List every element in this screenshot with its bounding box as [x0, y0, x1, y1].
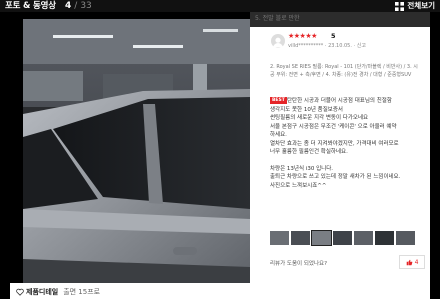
review-panel: ★★★★★ 5 villd********** · 23.10.05. · 신고… [250, 27, 430, 284]
like-count: 4 [414, 258, 419, 266]
review-line: 출퇴근 차량으로 쓰고 있는데 정말 새차가 된 느낌이네요. [270, 174, 401, 180]
review-line: 너무 훌륭한 필름인건 확실하네요. [270, 149, 348, 155]
thumbnail[interactable] [291, 231, 310, 245]
review-line: 탄탄한 시공과 더블어 시공점 대표님의 친절함 [287, 98, 392, 104]
review-line: 서울 본점구 시공점은 무조건 '케이콘' 으로 아울러 예약 [270, 123, 397, 130]
thumbnail[interactable] [270, 231, 289, 245]
counter-separator: / [74, 1, 78, 11]
photo-counter: 4/33 [65, 0, 92, 12]
product-sub-label: 출면 15프로 [63, 288, 101, 296]
reviewer-name: villd********** [288, 43, 324, 49]
grid-icon [395, 1, 405, 11]
helpful-question: 리뷰가 도움이 되었나요? [270, 261, 328, 267]
review-line: 썬팅필름의 새로운 지각 변동이 다가오네요 [270, 115, 369, 121]
thumbnail[interactable] [333, 231, 352, 245]
avatar [271, 34, 285, 48]
review-line: 하세요. [270, 132, 287, 138]
underlying-page-text: 5. 전발 블로 만한 [250, 12, 430, 28]
current-index: 4 [65, 1, 72, 11]
thumbnail[interactable] [354, 231, 373, 245]
heart-icon [16, 288, 24, 296]
review-photo[interactable] [23, 19, 250, 284]
review-line: 차량은 13년식 i30 입니다. [270, 165, 333, 172]
thumbnail[interactable] [396, 231, 415, 245]
purchase-options: 2. Royal SE RIES 필름: Royal - 101 (단가/마블렉… [270, 64, 418, 78]
view-all-label: 전체보기 [407, 1, 435, 10]
rating-value: 5 [331, 32, 336, 40]
thumbs-up-icon [406, 259, 412, 265]
review-line: 열차단 효과는 좀 더 지켜봐야겠지만, 가격대비 여러모로 [270, 140, 399, 147]
report-link[interactable]: 신고 [357, 43, 366, 49]
star-rating: ★★★★★ [288, 32, 317, 40]
user-icon [273, 37, 283, 48]
review-line: 사진으로 느껴보시죠^^ [270, 182, 327, 189]
viewer-title: 포토 & 동영상 [5, 1, 56, 11]
view-all-button[interactable]: 전체보기 [395, 0, 435, 12]
review-line: 생각지도 못한 10년 품질보증서 [270, 106, 343, 113]
review-body: 탄탄한 시공과 더블어 시공점 대표님의 친절함 생각지도 못한 10년 품질보… [270, 97, 425, 190]
car-photo-image [23, 19, 250, 284]
thumbnail[interactable] [375, 231, 394, 245]
viewer-header: 포토 & 동영상 4/33 전체보기 [0, 0, 440, 12]
review-meta: villd********** · 23.10.05. · 신고 [288, 43, 366, 49]
review-date: 23.10.05. [328, 43, 352, 49]
thumbnail-strip [270, 231, 415, 245]
product-detail[interactable]: 제품디테일 출면 15프로 [16, 287, 100, 297]
product-label: 제품디테일 [26, 288, 59, 296]
total-count: 33 [80, 1, 92, 11]
like-button[interactable]: 4 [399, 255, 425, 269]
thumbnail[interactable] [312, 231, 331, 245]
